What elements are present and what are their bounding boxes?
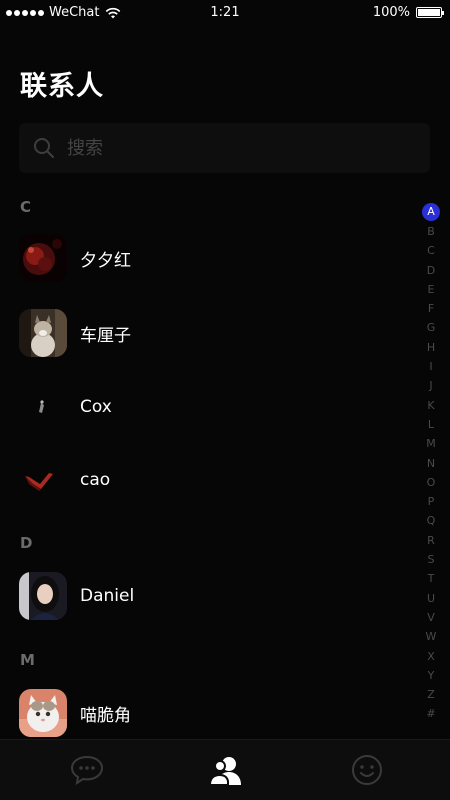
index-letter[interactable]: U — [422, 589, 440, 608]
contact-name: cao — [80, 470, 111, 490]
contacts-icon — [209, 757, 241, 786]
contact-row[interactable]: Cox — [19, 382, 399, 432]
status-right: 100% — [372, 5, 444, 20]
avatar-image — [19, 234, 67, 282]
index-letter[interactable]: X — [422, 647, 440, 666]
tab-bar — [0, 739, 450, 800]
avatar-image — [19, 572, 67, 620]
index-letter[interactable]: F — [422, 299, 440, 318]
avatar — [19, 572, 67, 620]
index-letter[interactable]: A — [422, 203, 440, 221]
tab-contacts[interactable] — [207, 750, 247, 790]
index-letter[interactable]: J — [422, 376, 440, 395]
smiley-icon — [352, 755, 382, 785]
index-letter[interactable]: Z — [422, 685, 440, 704]
contact-name: 夕夕红 — [80, 250, 131, 271]
index-letter[interactable]: T — [422, 569, 440, 588]
index-letter[interactable]: S — [422, 550, 440, 569]
index-letter[interactable]: M — [422, 434, 440, 453]
contact-row[interactable]: Daniel — [19, 571, 399, 621]
avatar — [19, 383, 67, 431]
contact-name: Cox — [80, 397, 112, 417]
index-letter[interactable]: P — [422, 492, 440, 511]
index-letter[interactable]: W — [422, 627, 440, 646]
contact-row[interactable]: cao — [19, 455, 399, 505]
search-bar[interactable] — [19, 123, 430, 173]
index-letter[interactable]: D — [422, 261, 440, 280]
avatar-image — [19, 456, 67, 504]
contact-name: 车厘子 — [80, 325, 131, 346]
avatar-image — [19, 383, 67, 431]
index-letter[interactable]: C — [422, 241, 440, 260]
contact-row[interactable]: 夕夕红 — [19, 233, 399, 283]
tab-me[interactable] — [347, 750, 387, 790]
avatar-image — [19, 689, 67, 737]
contact-name: Daniel — [80, 586, 135, 606]
battery-percent: 100% — [372, 5, 410, 20]
index-letter[interactable]: K — [422, 396, 440, 415]
contact-row[interactable]: 喵脆角 — [19, 688, 399, 738]
avatar — [19, 456, 67, 504]
index-letter[interactable]: I — [422, 357, 440, 376]
section-header-c: C — [20, 198, 32, 216]
search-icon — [34, 138, 55, 159]
search-input[interactable] — [65, 136, 369, 160]
index-letter[interactable]: E — [422, 280, 440, 299]
index-letter[interactable]: N — [422, 454, 440, 473]
page-title: 联系人 — [20, 71, 104, 102]
index-letter[interactable]: R — [422, 531, 440, 550]
avatar — [19, 689, 67, 737]
battery-icon — [416, 7, 444, 18]
avatar-image — [19, 309, 67, 357]
avatar — [19, 234, 67, 282]
alphabet-index[interactable]: A B C D E F G H I J K L M N O P Q R S T U V W X Y Z # — [420, 203, 442, 724]
index-letter[interactable]: H — [422, 338, 440, 357]
index-letter[interactable]: O — [422, 473, 440, 492]
index-letter[interactable]: L — [422, 415, 440, 434]
index-letter[interactable]: Q — [422, 511, 440, 530]
contact-name: 喵脆角 — [80, 705, 131, 726]
index-letter[interactable]: Y — [422, 666, 440, 685]
status-bar: WeChat 1:21 100% — [0, 0, 450, 26]
tab-chats[interactable] — [67, 750, 107, 790]
contact-row[interactable]: 车厘子 — [19, 308, 399, 358]
chat-bubble-icon — [70, 755, 104, 786]
index-letter[interactable]: V — [422, 608, 440, 627]
index-letter[interactable]: B — [422, 222, 440, 241]
avatar — [19, 309, 67, 357]
section-header-m: M — [20, 651, 35, 669]
index-letter[interactable]: # — [422, 704, 440, 723]
index-letter[interactable]: G — [422, 318, 440, 337]
section-header-d: D — [20, 534, 33, 552]
